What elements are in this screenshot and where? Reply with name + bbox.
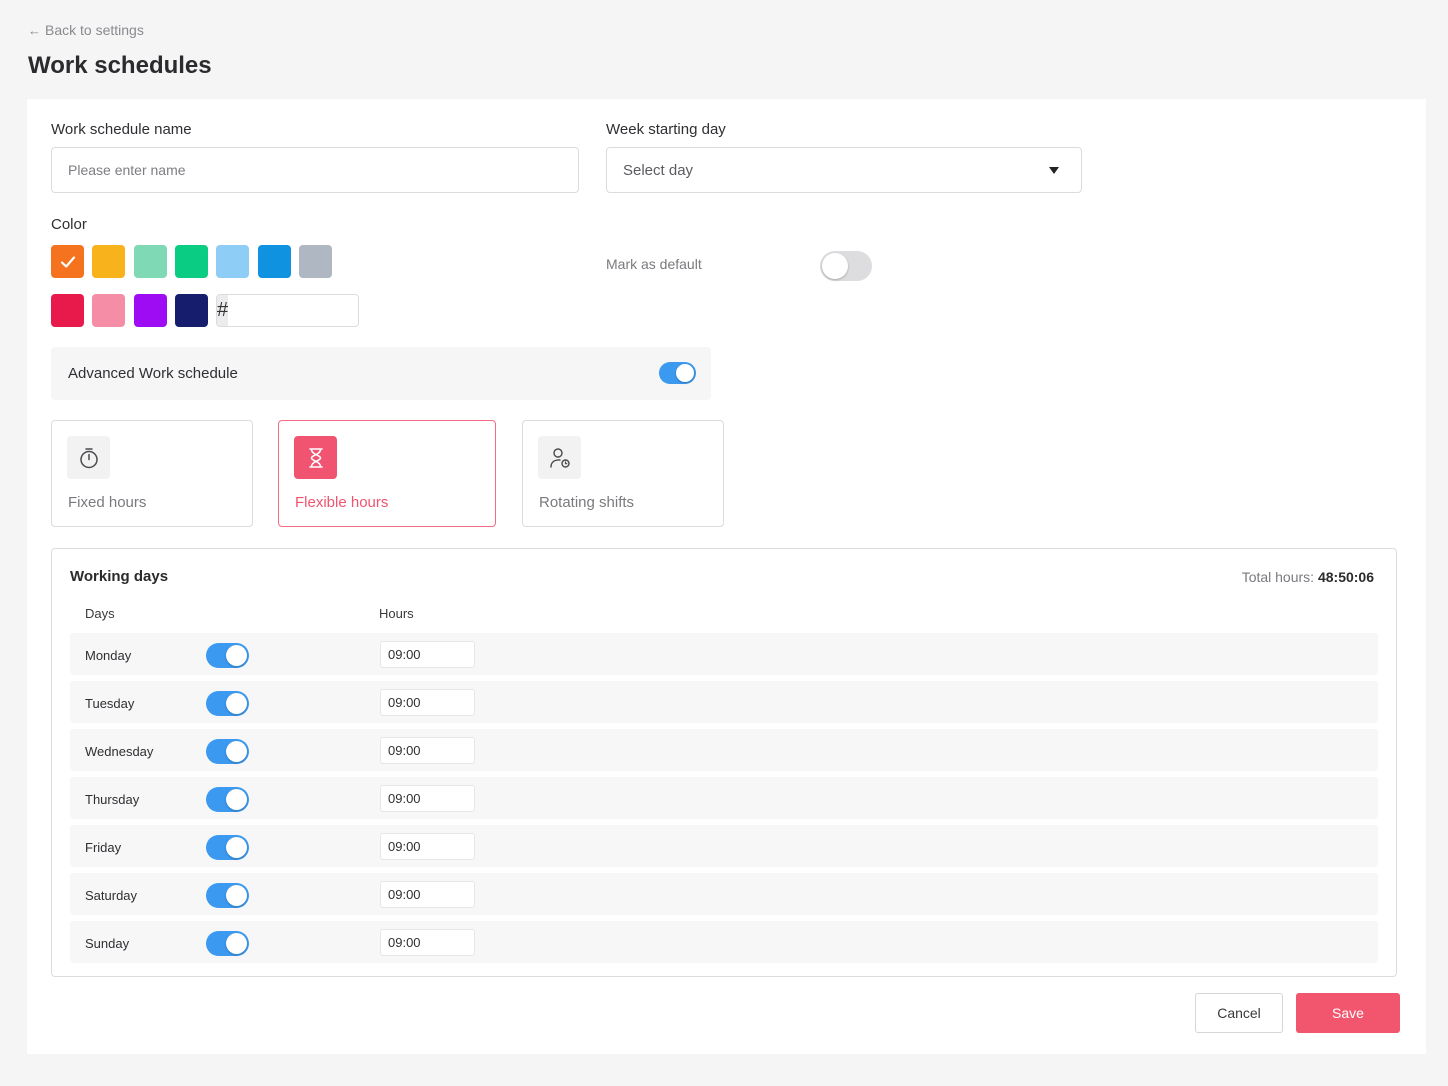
- user-clock-icon: [549, 447, 570, 468]
- day-hours-input[interactable]: [380, 689, 475, 716]
- day-hours-input[interactable]: [380, 929, 475, 956]
- day-row: Thursday: [70, 777, 1378, 819]
- days-column-header: Days: [85, 606, 115, 621]
- color-swatch[interactable]: [92, 245, 126, 278]
- day-toggle[interactable]: [206, 691, 249, 716]
- day-row: Saturday: [70, 873, 1378, 915]
- working-days-title: Working days: [70, 568, 169, 585]
- day-toggle[interactable]: [206, 835, 249, 860]
- hourglass-icon: [308, 447, 323, 468]
- total-hours: Total hours: 48:50:06: [1242, 569, 1374, 585]
- day-toggle[interactable]: [206, 787, 249, 812]
- day-name: Friday: [85, 840, 122, 855]
- back-link-label: Back to settings: [45, 22, 144, 38]
- toggle-knob: [822, 253, 848, 279]
- color-swatch[interactable]: [216, 245, 250, 278]
- stopwatch-icon: [79, 447, 98, 468]
- advanced-schedule-bar: Advanced Work schedule: [51, 347, 711, 400]
- day-hours-input[interactable]: [380, 785, 475, 812]
- schedule-name-label: Work schedule name: [51, 121, 192, 138]
- total-hours-value: 48:50:06: [1317, 569, 1374, 585]
- working-days-panel: Working days Total hours: 48:50:06 Days …: [51, 548, 1397, 977]
- color-swatch[interactable]: [92, 294, 126, 327]
- color-swatch[interactable]: [174, 245, 208, 278]
- page-title: Work schedules: [28, 52, 212, 79]
- schedule-name-input[interactable]: [51, 147, 579, 193]
- day-toggle[interactable]: [206, 883, 249, 908]
- arrow-left-icon: ←: [28, 22, 41, 38]
- mode-rotating-shifts[interactable]: Rotating shifts: [522, 420, 724, 527]
- save-button[interactable]: Save: [1296, 993, 1400, 1033]
- toggle-knob: [226, 933, 247, 954]
- color-swatch[interactable]: [51, 294, 84, 327]
- color-swatch[interactable]: [133, 294, 167, 327]
- day-toggle[interactable]: [206, 739, 249, 764]
- advanced-schedule-toggle[interactable]: [659, 362, 696, 384]
- week-starting-day-label: Week starting day: [606, 121, 726, 138]
- day-toggle[interactable]: [206, 643, 249, 668]
- mode-label: Rotating shifts: [539, 494, 635, 511]
- total-hours-label: Total hours:: [1241, 569, 1315, 585]
- color-swatch[interactable]: [174, 294, 208, 327]
- toggle-knob: [226, 645, 247, 666]
- week-starting-day-select[interactable]: Select day: [606, 147, 1082, 193]
- toggle-knob: [226, 837, 247, 858]
- toggle-knob: [226, 885, 247, 906]
- hours-column-header: Hours: [379, 606, 414, 621]
- color-swatch[interactable]: [257, 245, 291, 278]
- day-name: Wednesday: [85, 744, 154, 759]
- icon-box: [67, 436, 110, 479]
- toggle-knob: [226, 693, 247, 714]
- color-swatch[interactable]: [133, 245, 167, 278]
- color-swatch[interactable]: [298, 245, 332, 278]
- back-to-settings-link[interactable]: ← Back to settings: [28, 22, 144, 38]
- day-name: Tuesday: [85, 696, 135, 711]
- mode-label: Fixed hours: [68, 494, 147, 511]
- custom-color-input[interactable]: [228, 295, 358, 326]
- icon-box: [294, 436, 337, 479]
- day-hours-input[interactable]: [380, 641, 475, 668]
- cancel-button[interactable]: Cancel: [1195, 993, 1283, 1033]
- mode-label: Flexible hours: [295, 494, 389, 511]
- custom-color-field[interactable]: #: [216, 294, 359, 327]
- day-hours-input[interactable]: [380, 833, 475, 860]
- mode-fixed-hours[interactable]: Fixed hours: [51, 420, 253, 527]
- day-hours-input[interactable]: [380, 881, 475, 908]
- schedule-form-card: Work schedule name Week starting day Sel…: [27, 99, 1426, 1054]
- day-row: Wednesday: [70, 729, 1378, 771]
- color-swatch[interactable]: [51, 245, 84, 278]
- caret-down-icon: [1049, 166, 1059, 174]
- mark-default-label: Mark as default: [606, 256, 702, 272]
- day-row: Tuesday: [70, 681, 1378, 723]
- color-label: Color: [51, 216, 87, 233]
- hash-icon: #: [217, 295, 229, 326]
- mode-flexible-hours[interactable]: Flexible hours: [278, 420, 496, 527]
- check-icon: [60, 255, 75, 268]
- day-hours-input[interactable]: [380, 737, 475, 764]
- day-name: Saturday: [85, 888, 138, 903]
- day-name: Monday: [85, 648, 132, 663]
- day-row: Monday: [70, 633, 1378, 675]
- toggle-knob: [226, 741, 247, 762]
- day-row: Sunday: [70, 921, 1378, 963]
- mark-default-toggle[interactable]: [820, 251, 872, 281]
- toggle-knob: [226, 789, 247, 810]
- day-row: Friday: [70, 825, 1378, 867]
- advanced-schedule-label: Advanced Work schedule: [68, 365, 238, 382]
- day-name: Thursday: [85, 792, 140, 807]
- week-starting-day-value: Select day: [623, 161, 694, 179]
- day-name: Sunday: [85, 936, 130, 951]
- icon-box: [538, 436, 581, 479]
- day-toggle[interactable]: [206, 931, 249, 956]
- toggle-knob: [676, 364, 694, 382]
